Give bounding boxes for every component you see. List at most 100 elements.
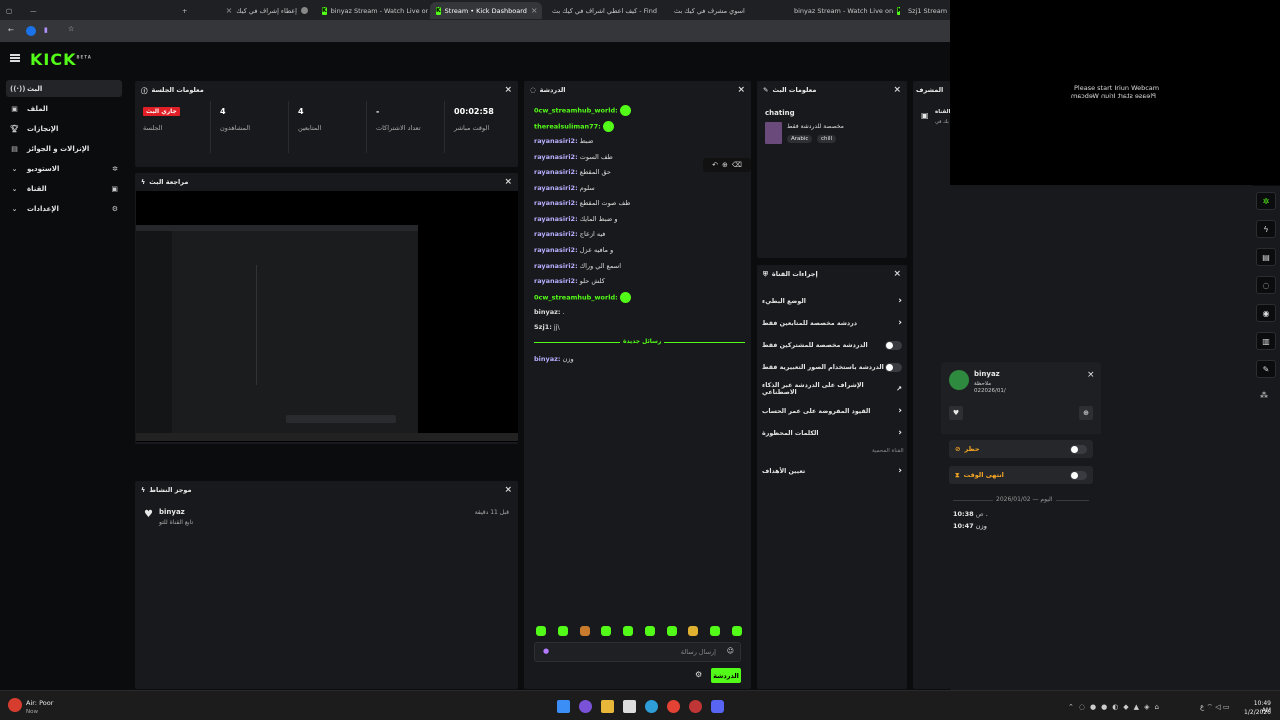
close-icon[interactable]: ×: [504, 485, 512, 495]
action-set-goals[interactable]: تعيين الأهداف ›: [762, 464, 902, 478]
chat-input[interactable]: ● إرسال رسالة ☺: [534, 642, 741, 662]
close-icon[interactable]: ×: [893, 85, 901, 95]
kick-logo[interactable]: KICKBETA: [30, 50, 92, 69]
windows-start-icon[interactable]: [557, 700, 570, 713]
chat-username[interactable]: 0cw_streamhub_world:: [534, 294, 618, 302]
tab-close-icon[interactable]: ×: [531, 6, 538, 15]
action-banned-words[interactable]: الكلمات المحظورة ›: [762, 426, 902, 440]
heart-icon[interactable]: ♥: [949, 406, 963, 420]
close-icon[interactable]: ×: [504, 177, 512, 187]
tab-szj1-stream[interactable]: Szj1 Stream: [902, 2, 950, 19]
close-icon[interactable]: ×: [1087, 370, 1095, 380]
tab-kick-dashboard[interactable]: K Stream • Kick Dashboard ×: [430, 2, 542, 19]
sidebar-item-profile[interactable]: ▣ الملف: [6, 100, 122, 117]
chat-message[interactable]: binyaz: .: [534, 308, 565, 316]
chat-message[interactable]: rayanasiri2: ضبط: [534, 137, 593, 145]
window-controls[interactable]: ▢ —: [0, 2, 70, 19]
ban-toggle[interactable]: [1070, 444, 1087, 454]
address-bar[interactable]: ← ▮ ☆: [0, 20, 950, 42]
chat-username[interactable]: rayanasiri2:: [534, 153, 578, 161]
lightning-icon[interactable]: ϟ: [1256, 220, 1276, 238]
chat-message[interactable]: 0cw_streamhub_world:: [534, 105, 631, 116]
sidebar-item-stream[interactable]: ((·)) البث: [6, 80, 122, 97]
gift-icon[interactable]: ⊕: [1079, 406, 1093, 420]
chat-username[interactable]: rayanasiri2:: [534, 137, 578, 145]
user-card-name[interactable]: binyaz: [974, 370, 1000, 378]
emote-icon[interactable]: [579, 626, 590, 636]
chat-username[interactable]: 0cw_streamhub_world:: [534, 107, 618, 115]
air-quality-icon[interactable]: [8, 698, 22, 712]
chrome-icon[interactable]: [667, 700, 680, 713]
tab-close-icon[interactable]: ×: [226, 6, 233, 15]
file-explorer-icon[interactable]: [601, 700, 614, 713]
add-tab-button[interactable]: +: [176, 2, 190, 19]
chat-username[interactable]: rayanasiri2:: [534, 184, 578, 192]
twitch-icon[interactable]: ▮: [44, 26, 48, 34]
emote-icon[interactable]: [731, 626, 742, 636]
mic-icon[interactable]: ●: [543, 647, 549, 655]
emote-icon[interactable]: [644, 626, 655, 636]
edge-icon[interactable]: [645, 700, 658, 713]
emote-icon[interactable]: [666, 626, 677, 636]
chat-username[interactable]: rayanasiri2:: [534, 230, 578, 238]
studio-icon[interactable]: ✲: [1256, 192, 1276, 210]
chat-message[interactable]: rayanasiri2: فيه ازعاج: [534, 230, 605, 238]
chat-message[interactable]: rayanasiri2: و مافيه عزل: [534, 246, 613, 254]
hamburger-menu-icon[interactable]: [10, 54, 20, 62]
chat-username[interactable]: rayanasiri2:: [534, 215, 578, 223]
document-icon[interactable]: ▤: [1256, 248, 1276, 266]
sidebar-item-channel[interactable]: ⌄ القناة ▣: [6, 180, 122, 197]
emote-icon[interactable]: [688, 626, 699, 636]
chat-message[interactable]: binyaz: وزن: [534, 355, 574, 363]
network-volume-icons[interactable]: ع ⌔ ◁ ▭: [1200, 703, 1229, 712]
sidebar-item-settings[interactable]: ⌄ الإعدادات ⚙: [6, 200, 122, 217]
chat-message[interactable]: rayanasiri2: طف السوت: [534, 153, 613, 161]
chat-message[interactable]: Szj1: jj\: [534, 323, 560, 331]
chat-message[interactable]: rayanasiri2: و ضبط المايك: [534, 215, 618, 223]
chat-settings-icon[interactable]: ⚙: [695, 670, 702, 679]
action-ai-moderation[interactable]: الإشراف على الدردشة عبر الذكاء الاصطناعي…: [762, 382, 902, 396]
wrench-icon[interactable]: ✎: [1256, 360, 1276, 378]
chat-username[interactable]: therealsuliman77:: [534, 123, 601, 131]
delete-icon[interactable]: ⌫: [732, 161, 742, 169]
emote-icon[interactable]: [623, 626, 634, 636]
chat-icon[interactable]: ◌: [1256, 276, 1276, 294]
bookmark-star-icon[interactable]: ☆: [68, 25, 74, 33]
chat-message[interactable]: rayanasiri2: كلش حلو: [534, 277, 605, 285]
window-menu-icon[interactable]: ▢: [6, 7, 12, 15]
share-icon[interactable]: ⁂: [1260, 391, 1268, 400]
activity-user[interactable]: binyaz: [159, 508, 185, 516]
chat-username[interactable]: rayanasiri2:: [534, 246, 578, 254]
chat-message[interactable]: therealsuliman77:: [534, 121, 614, 132]
chat-username[interactable]: rayanasiri2:: [534, 277, 578, 285]
close-icon[interactable]: ×: [737, 85, 745, 95]
emotes-only-toggle[interactable]: [885, 362, 902, 372]
action-subscribers-only[interactable]: الدردشة مخصصة للمشتركين فقط: [762, 338, 902, 352]
tab-youtube[interactable]: اسوي مشرف في كيك بث: [668, 2, 786, 19]
back-icon[interactable]: ←: [8, 26, 14, 34]
emote-icon[interactable]: [557, 626, 568, 636]
chat-message[interactable]: 0cw_streamhub_world:: [534, 292, 631, 303]
chat-send-button[interactable]: الدردشة: [711, 668, 741, 683]
pin-icon[interactable]: ⊕: [722, 161, 728, 169]
action-slow-mode[interactable]: الوضع البطيء ›: [762, 294, 902, 308]
emote-icon[interactable]: [536, 626, 546, 636]
reply-icon[interactable]: ↶: [712, 161, 718, 169]
chat-message[interactable]: rayanasiri2: حق المقطع: [534, 168, 611, 176]
chat-username[interactable]: rayanasiri2:: [534, 262, 578, 270]
tab-binyaz-stream[interactable]: K binyaz Stream - Watch Live on: [316, 2, 428, 19]
close-icon[interactable]: ×: [893, 269, 901, 279]
copilot-icon[interactable]: [579, 700, 592, 713]
emote-icon[interactable]: [710, 626, 721, 636]
app-icon[interactable]: [689, 700, 702, 713]
chat-message[interactable]: rayanasiri2: اسمع الي وراك: [534, 262, 621, 270]
close-icon[interactable]: ×: [504, 85, 512, 95]
new-tab-icon[interactable]: —: [30, 7, 37, 15]
emoji-picker-icon[interactable]: ☺: [727, 647, 734, 655]
weather-title[interactable]: Air: Poor: [26, 699, 53, 707]
tab-search-find[interactable]: كيف اعطي اشراف في كيك بث - Find: [546, 2, 666, 19]
chat-username[interactable]: binyaz:: [534, 355, 561, 363]
discord-icon[interactable]: [711, 700, 724, 713]
store-icon[interactable]: [623, 700, 636, 713]
sidebar-item-drops[interactable]: ▤ الإنزالات و الجوائز: [6, 140, 122, 157]
